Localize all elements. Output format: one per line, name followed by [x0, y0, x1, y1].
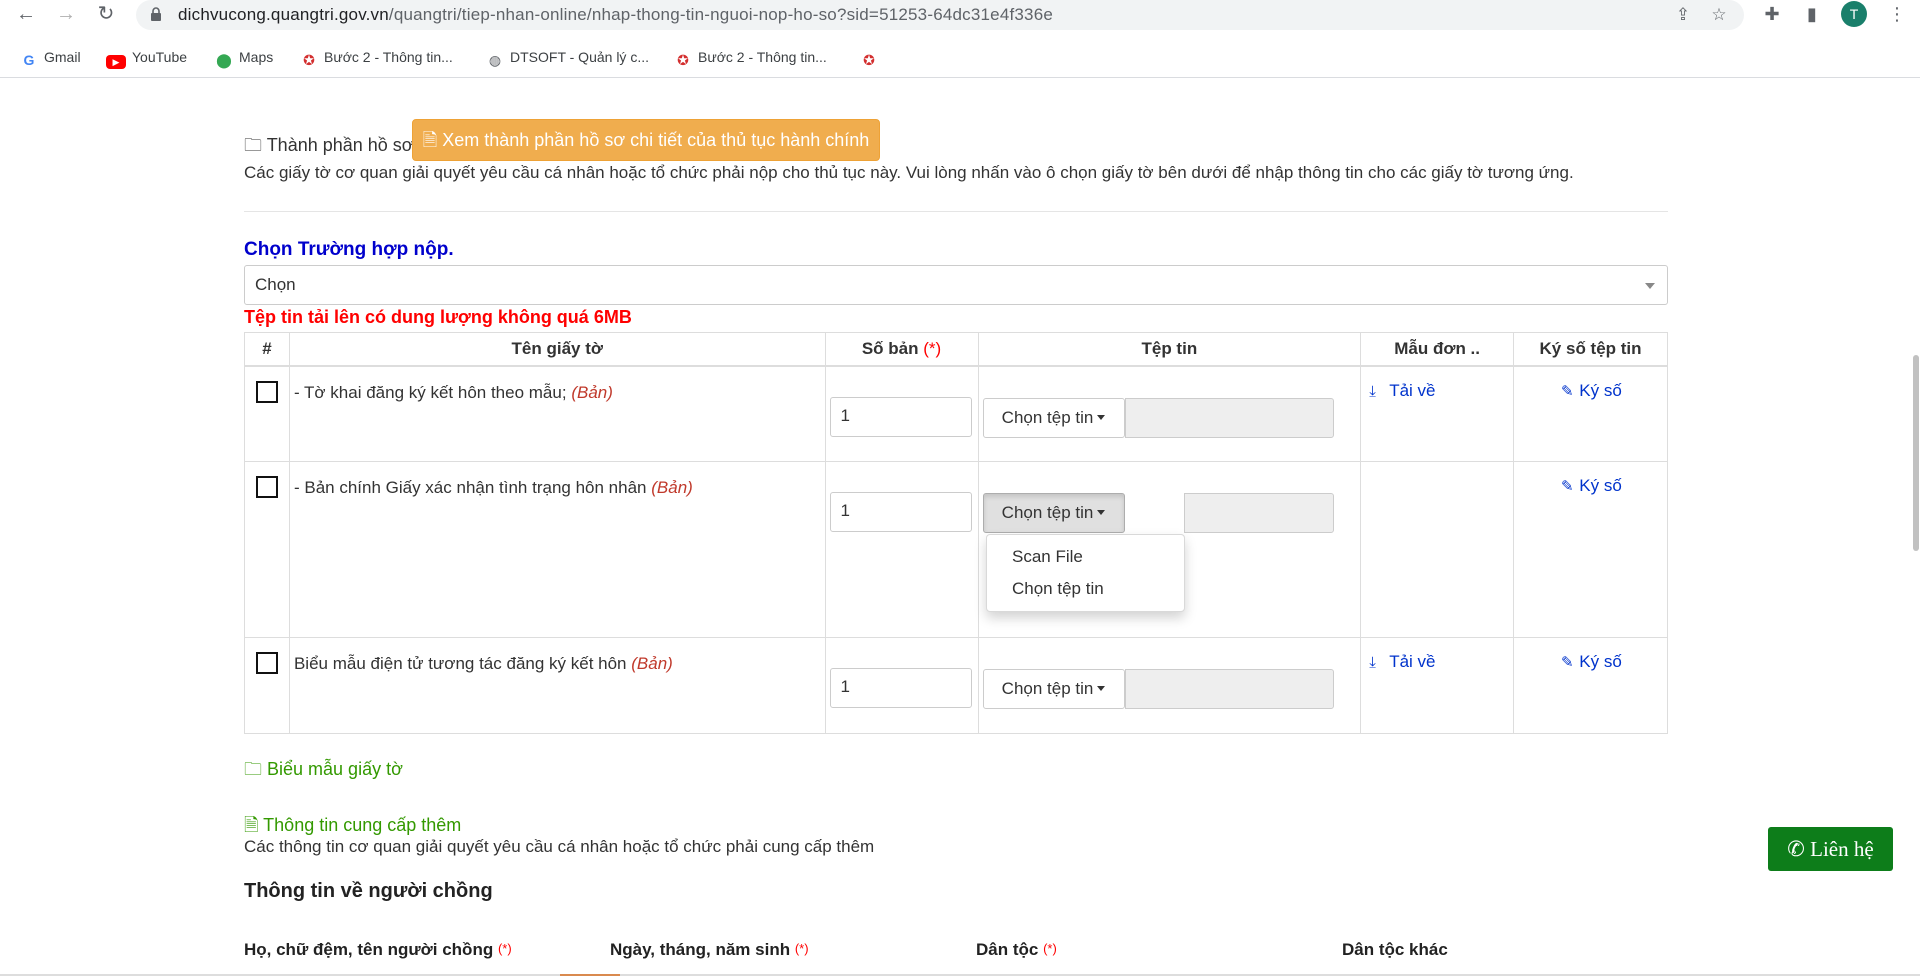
file-source-dropdown: Scan File Chọn tệp tin [986, 534, 1185, 612]
forward-arrow-icon[interactable]: → [54, 2, 78, 26]
choose-file-button-open[interactable]: Chọn tệp tin [982, 493, 1125, 533]
file-name-field [1183, 493, 1334, 533]
edit-icon: ✎ [1560, 654, 1574, 671]
husband-birthdate-label: Ngày, tháng, năm sinh (*) [610, 940, 809, 959]
view-dossier-detail-button[interactable]: 🗎 Xem thành phần hồ sơ chi tiết của thủ … [412, 119, 880, 161]
document-name: - Bản chính Giấy xác nhận tình trạng hôn… [293, 478, 693, 497]
bookmark-step2-a[interactable]: ✪ Bước 2 - Thông tin... [300, 46, 453, 68]
scrollbar-thumb[interactable] [1913, 355, 1919, 551]
menu-kebab-icon[interactable]: ⋮ [1888, 4, 1906, 25]
table-row: - Bản chính Giấy xác nhận tình trạng hôn… [244, 461, 1668, 638]
table-row: Biểu mẫu điện tử tương tác đăng ký kết h… [244, 637, 1668, 734]
husband-name-label: Họ, chữ đệm, tên người chồng (*) [244, 940, 512, 959]
phone-icon: ✆ [1787, 837, 1805, 861]
emblem-icon: ✪ [303, 52, 315, 68]
emblem-icon: ✪ [677, 52, 689, 68]
download-link[interactable]: ⤓ Tải về [1369, 652, 1435, 672]
bookmark-star-icon[interactable]: ☆ [1708, 4, 1730, 26]
share-icon[interactable]: ⇪ [1672, 4, 1694, 26]
bookmark-maps[interactable]: ⬤ Maps [215, 46, 273, 68]
profile-avatar[interactable]: T [1841, 1, 1867, 27]
document-name: Biểu mẫu điện tử tương tác đăng ký kết h… [293, 654, 673, 673]
husband-section-heading: Thông tin về người chồng [244, 880, 493, 902]
bookmark-youtube[interactable]: ▶ YouTube [106, 46, 187, 69]
col-header-name: Tên giấy tờ [288, 332, 826, 367]
chevron-down-icon [1645, 283, 1655, 289]
digital-sign-link[interactable]: ✎ Ký số [1559, 476, 1622, 496]
extensions-puzzle-icon[interactable]: ✚ [1760, 2, 1784, 26]
col-header-copies: Số bản (*) [824, 332, 979, 367]
document-name: - Tờ khai đăng ký kết hôn theo mẫu; (Bản… [293, 382, 613, 402]
gmail-icon: G [23, 52, 35, 68]
browser-toolbar: ← → ↻ dichvucong.quangtri.gov.vn/quangtr… [0, 0, 1920, 36]
file-name-field [1124, 669, 1334, 709]
col-header-num: # [244, 332, 290, 367]
husband-ethnicity-label: Dân tộc (*) [976, 940, 1057, 959]
download-link[interactable]: ⤓ Tải về [1369, 381, 1435, 401]
choose-file-button[interactable]: Chọn tệp tin [982, 397, 1125, 438]
husband-other-ethnicity-label: Dân tộc khác [1342, 940, 1448, 959]
bookmarks-bar: G Gmail ▶ YouTube ⬤ Maps ✪ Bước 2 - Thông ti… [0, 42, 1920, 78]
caret-down-icon [1097, 686, 1106, 691]
emblem-icon: ✪ [863, 52, 875, 68]
file-text-icon: 🗎 [422, 130, 438, 150]
col-header-sign: Ký số tệp tin [1513, 332, 1668, 367]
bookmark-step2-b[interactable]: ✪ Bước 2 - Thông tin... [674, 46, 827, 68]
copies-input[interactable]: 1 [829, 396, 972, 437]
caret-down-icon [1097, 510, 1106, 515]
dropdown-item-scan-file[interactable]: Scan File [987, 541, 1184, 573]
col-header-file: Tệp tin [977, 332, 1362, 367]
folder-icon: 🗀 [244, 135, 262, 155]
edit-icon: ✎ [1560, 382, 1574, 400]
documents-table: # Tên giấy tờ Số bản (*) Tệp tin Mẫu đơn… [244, 332, 1668, 734]
url-text: dichvucong.quangtri.gov.vn/quangtri/tiep… [178, 5, 1054, 24]
bookmark-dtsoft[interactable]: ◍ DTSOFT - Quản lý c... [486, 46, 649, 68]
reload-icon[interactable]: ↻ [94, 2, 118, 26]
copies-input[interactable]: 1 [829, 492, 972, 532]
digital-sign-link[interactable]: ✎ Ký số [1559, 381, 1622, 401]
bookmark-gmail[interactable]: G Gmail [20, 46, 81, 68]
file-size-warning: Tệp tin tải lên có dung lượng không quá … [244, 307, 632, 327]
caret-down-icon [1097, 414, 1106, 420]
case-select[interactable]: Chọn [244, 265, 1668, 305]
forms-link[interactable]: 🗀 Biểu mẫu giấy tờ [244, 757, 403, 787]
back-arrow-icon[interactable]: ← [14, 2, 38, 26]
table-row: - Tờ khai đăng ký kết hôn theo mẫu; (Bản… [244, 365, 1668, 462]
edit-icon: ✎ [1560, 478, 1574, 495]
page-content: 🗀 Thành phần hồ sơ 🗎 Xem thành phần hồ s… [0, 79, 1920, 976]
download-icon: ⤓ [1369, 382, 1376, 400]
bookmark-emblem[interactable]: ✪ [860, 46, 884, 68]
download-icon: ⤓ [1369, 654, 1376, 671]
file-name-field [1124, 397, 1334, 438]
maps-icon: ⬤ [216, 52, 232, 68]
row-checkbox[interactable] [255, 476, 278, 498]
contact-button[interactable]: ✆ Liên hệ [1768, 827, 1893, 871]
dropdown-item-choose-file[interactable]: Chọn tệp tin [987, 573, 1184, 605]
side-panel-icon[interactable]: ▮ [1800, 2, 1824, 26]
row-checkbox[interactable] [255, 380, 278, 403]
choose-file-button[interactable]: Chọn tệp tin [982, 669, 1125, 709]
divider [244, 211, 1668, 212]
col-header-template: Mẫu đơn .. [1360, 332, 1515, 367]
dossier-heading: 🗀 Thành phần hồ sơ [244, 135, 414, 155]
globe-icon: ◍ [488, 52, 502, 68]
lock-icon [151, 7, 161, 21]
case-label: Chọn Trường hợp nộp. [244, 239, 454, 260]
row-checkbox[interactable] [255, 652, 278, 674]
dossier-description: Các giấy tờ cơ quan giải quyết yêu cầu c… [244, 163, 1574, 182]
extra-info-description: Các thông tin cơ quan giải quyết yêu cầu… [244, 837, 875, 856]
youtube-icon: ▶ [106, 55, 126, 69]
file-text-icon: 🗎 [244, 815, 259, 835]
folder-icon: 🗀 [244, 759, 262, 779]
digital-sign-link[interactable]: ✎ Ký số [1559, 652, 1622, 672]
address-bar[interactable]: dichvucong.quangtri.gov.vn/quangtri/tiep… [136, 0, 1744, 30]
copies-input[interactable]: 1 [829, 668, 972, 708]
